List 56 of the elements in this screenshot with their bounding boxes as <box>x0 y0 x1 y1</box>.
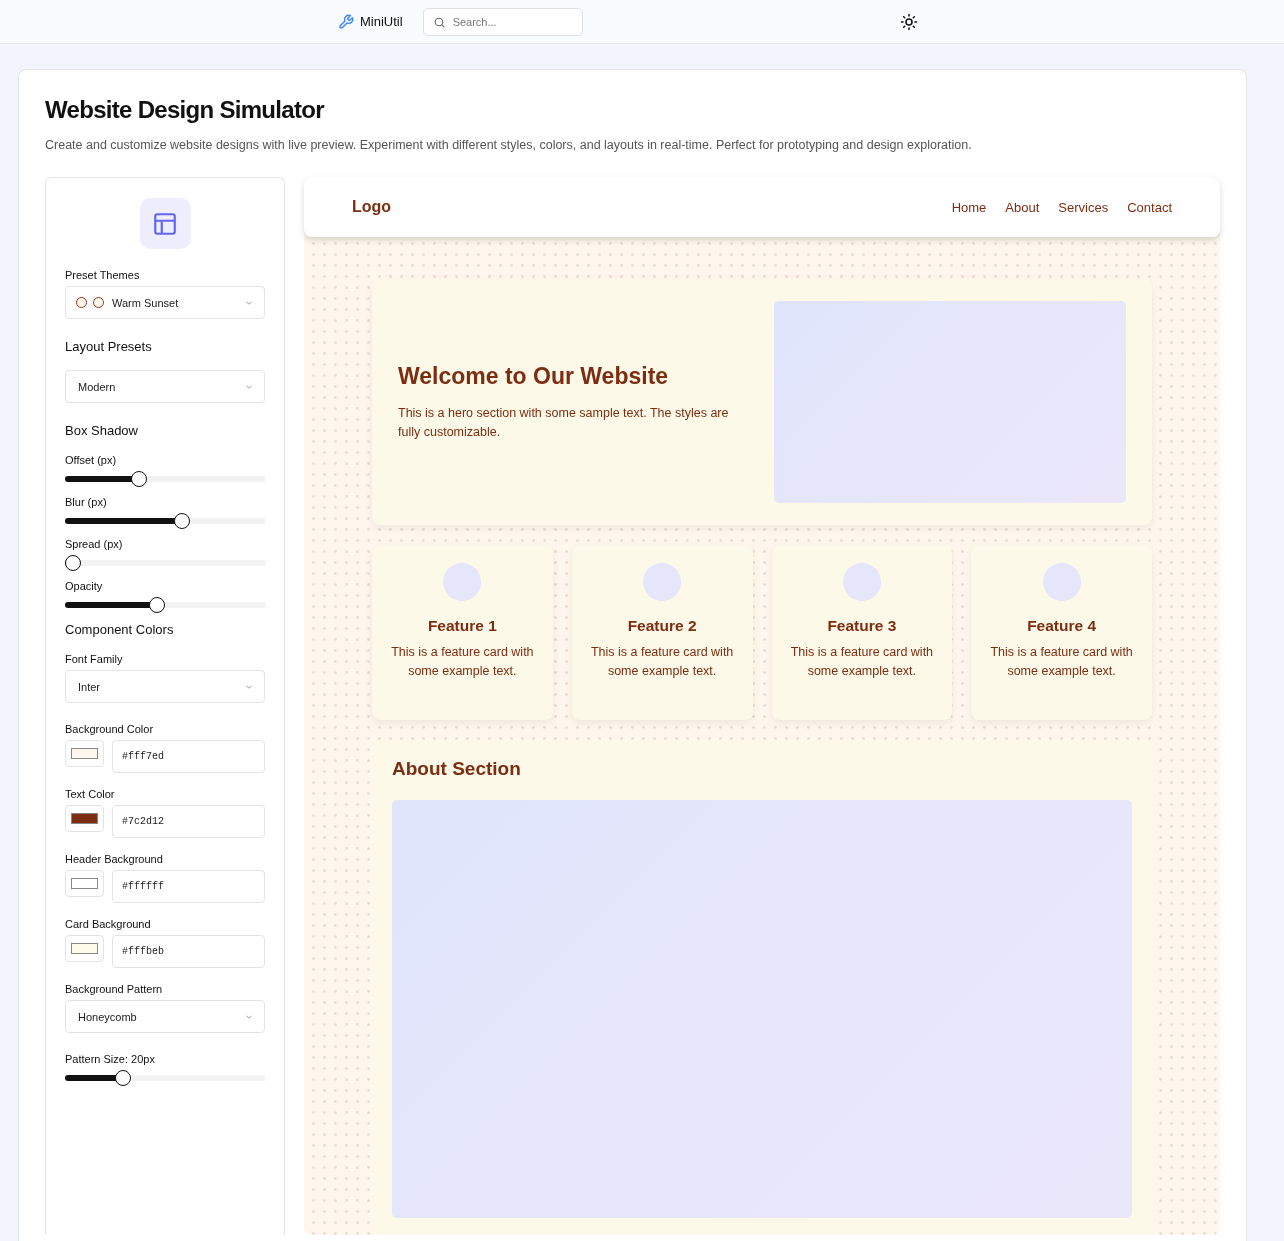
dropdown[interactable]: Modern <box>65 370 265 403</box>
nav-link[interactable]: About <box>1005 199 1040 215</box>
field-label: Font Family <box>65 653 124 665</box>
feature-text: This is a feature card with some example text. <box>390 644 535 680</box>
feature-text: This is a feature card with some example text. <box>589 644 735 680</box>
page-description: Create and customize website designs with live preview. Experiment with different styles, colors, and layouts in real-time. Perfect for prototyping and design exploration. <box>45 138 973 152</box>
feature-title: Feature 2 <box>627 617 697 635</box>
color-picker[interactable] <box>65 805 104 832</box>
slider-thumb[interactable] <box>131 471 148 487</box>
field-label: Header Background <box>65 853 164 865</box>
slider-label: Opacity <box>65 580 104 592</box>
slider-thumb[interactable] <box>114 1070 131 1086</box>
field-label: Background Pattern <box>65 983 164 995</box>
slider-thumb[interactable] <box>65 555 81 571</box>
hex-input[interactable]: #ffffff <box>112 870 265 903</box>
hex-input[interactable]: #7c2d12 <box>112 805 265 838</box>
field-label: Text Color <box>65 788 116 800</box>
section-heading: Component Colors <box>65 622 175 637</box>
section-heading: Layout Presets <box>65 339 153 354</box>
slider-thumb[interactable] <box>148 597 165 613</box>
wrench-icon <box>338 13 354 30</box>
section-heading: Box Shadow <box>65 423 139 438</box>
slider-thumb[interactable] <box>173 513 190 529</box>
layout-icon <box>139 198 191 249</box>
feature-title: Feature 3 <box>827 617 897 635</box>
field-label: Card Background <box>65 918 152 930</box>
field-label: Background Color <box>65 723 155 735</box>
dropdown[interactable]: Warm Sunset <box>65 286 265 319</box>
hex-input[interactable]: #fff7ed <box>112 740 265 773</box>
dropdown[interactable]: Inter <box>65 670 265 703</box>
feature-title: Feature 1 <box>427 617 497 635</box>
page-title: Website Design Simulator <box>45 96 326 124</box>
sun-icon[interactable] <box>899 12 918 31</box>
about-title: About Section <box>392 758 522 780</box>
slider-label: Spread (px) <box>65 538 124 550</box>
color-picker[interactable] <box>65 935 104 962</box>
slider-label: Pattern Size: 20px <box>65 1053 156 1065</box>
slider-label: Offset (px) <box>65 454 118 466</box>
search-field[interactable]: Search... <box>422 7 583 36</box>
feature-title: Feature 4 <box>1027 617 1097 635</box>
brand-name[interactable]: MiniUtil <box>360 14 403 29</box>
hero-text: This is a hero section with some sample text. The styles are fully customizable. <box>398 404 730 441</box>
color-picker[interactable] <box>65 740 104 767</box>
color-picker[interactable] <box>65 870 104 897</box>
nav-link[interactable]: Home <box>951 199 987 215</box>
hero-title: Welcome to Our Website <box>398 362 670 390</box>
field-label: Preset Themes <box>65 269 141 281</box>
slider-label: Blur (px) <box>65 496 108 508</box>
nav-link[interactable]: Services <box>1058 199 1109 215</box>
feature-text: This is a feature card with some example text. <box>989 644 1134 680</box>
dropdown[interactable]: Honeycomb <box>65 1000 265 1033</box>
search-icon <box>432 15 446 29</box>
feature-text: This is a feature card with some example text. <box>789 644 935 680</box>
hex-input[interactable]: #fffbeb <box>112 935 265 968</box>
site-logo[interactable]: Logo <box>352 198 392 216</box>
nav-link[interactable]: Contact <box>1127 199 1172 215</box>
